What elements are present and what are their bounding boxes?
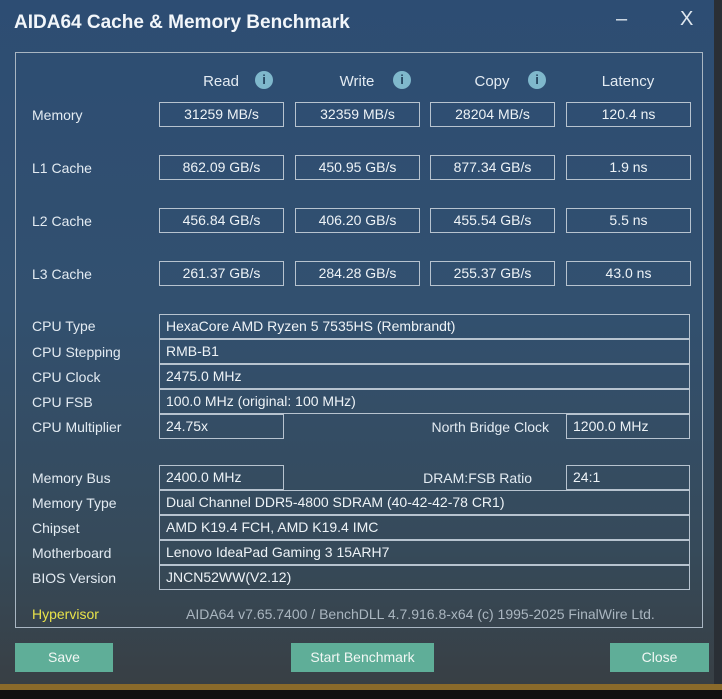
nb-clock-label: North Bridge Clock [431,419,550,435]
minimize-button[interactable]: – [616,8,627,31]
close-button[interactable]: Close [610,643,709,672]
column-latency: Latency [601,73,655,90]
bench-row-label: L3 Cache [32,266,92,282]
cpu-clock-label: CPU Clock [32,369,101,385]
bench-value: 406.20 GB/s [295,208,420,233]
bench-value: 456.84 GB/s [159,208,284,233]
hypervisor-link[interactable]: Hypervisor [32,606,99,622]
chipset-label: Chipset [32,520,80,536]
bench-value: 1.9 ns [566,155,691,180]
start-benchmark-button[interactable]: Start Benchmark [291,643,434,672]
dram-ratio-label: DRAM:FSB Ratio [423,470,532,486]
bench-value: 5.5 ns [566,208,691,233]
benchmark-window: AIDA64 Cache & Memory Benchmark – X Read… [0,0,722,686]
cpu-fsb-label: CPU FSB [32,394,93,410]
bench-row-label: L1 Cache [32,160,92,176]
close-window-button[interactable]: X [680,8,693,31]
write-info-icon[interactable]: i [393,71,411,89]
cpu-multiplier-label: CPU Multiplier [32,419,122,435]
bench-row-label: L2 Cache [32,213,92,229]
memory-type-label: Memory Type [32,495,117,511]
bench-value: 284.28 GB/s [295,261,420,286]
bench-value: 32359 MB/s [295,102,420,127]
bench-value: 261.37 GB/s [159,261,284,286]
cpu-type-value: HexaCore AMD Ryzen 5 7535HS (Rembrandt) [159,314,690,339]
bios-version-value: JNCN52WW(V2.12) [159,565,690,590]
memory-bus-value: 2400.0 MHz [159,465,284,490]
bench-value: 877.34 GB/s [430,155,555,180]
bench-value: 450.95 GB/s [295,155,420,180]
bench-row-label: Memory [32,107,83,123]
bench-value: 28204 MB/s [430,102,555,127]
cpu-type-label: CPU Type [32,318,96,334]
memory-bus-label: Memory Bus [32,470,111,486]
cpu-stepping-label: CPU Stepping [32,344,121,360]
bench-value: 455.54 GB/s [430,208,555,233]
bios-version-label: BIOS Version [32,570,117,586]
bench-value: 255.37 GB/s [430,261,555,286]
bench-value: 120.4 ns [566,102,691,127]
bench-value: 31259 MB/s [159,102,284,127]
read-info-icon[interactable]: i [255,71,273,89]
dram-ratio-value: 24:1 [566,465,690,490]
nb-clock-value: 1200.0 MHz [566,414,690,439]
bench-value: 862.09 GB/s [159,155,284,180]
chipset-value: AMD K19.4 FCH, AMD K19.4 IMC [159,515,690,540]
cpu-multiplier-value: 24.75x [159,414,284,439]
save-button[interactable]: Save [15,643,113,672]
cpu-clock-value: 2475.0 MHz [159,364,690,389]
bench-value: 43.0 ns [566,261,691,286]
copy-info-icon[interactable]: i [528,71,546,89]
taskbar-edge [0,684,722,690]
motherboard-label: Motherboard [32,545,112,561]
cpu-stepping-value: RMB-B1 [159,339,690,364]
version-text: AIDA64 v7.65.7400 / BenchDLL 4.7.916.8-x… [186,606,655,622]
motherboard-value: Lenovo IdeaPad Gaming 3 15ARH7 [159,540,690,565]
window-title: AIDA64 Cache & Memory Benchmark [14,12,350,33]
memory-type-value: Dual Channel DDR5-4800 SDRAM (40-42-42-7… [159,490,690,515]
cpu-fsb-value: 100.0 MHz (original: 100 MHz) [159,389,690,414]
